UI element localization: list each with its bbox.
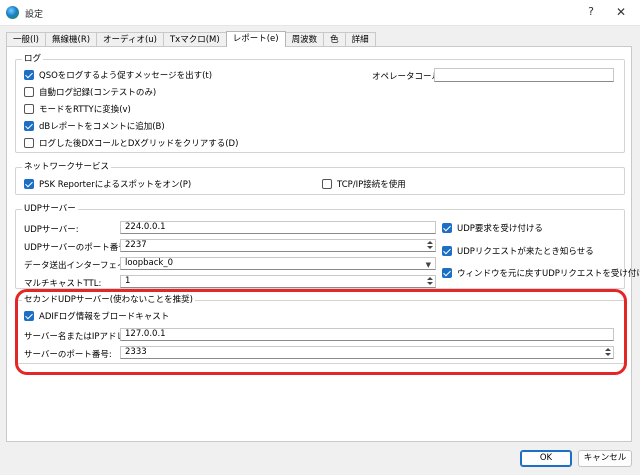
checkbox-label: 自動ログ記録(コンテストのみ) <box>39 88 157 98</box>
multicast-ttl-value: 1 <box>125 276 131 286</box>
udp-port-spinbox[interactable]: 2237 <box>120 239 436 252</box>
accept-udp-requests-checkbox[interactable]: UDP要求を受け付ける <box>442 221 543 235</box>
close-button[interactable]: ✕ <box>612 3 630 21</box>
spin-arrows-icon[interactable] <box>426 277 434 286</box>
udp-group-title: UDPサーバー <box>22 203 78 215</box>
checkbox-label: モードをRTTYに変換(v) <box>39 105 131 115</box>
tab-advanced[interactable]: 詳細 <box>344 32 376 47</box>
cancel-button[interactable]: キャンセル <box>578 450 632 467</box>
udp-port-value: 2237 <box>125 240 147 250</box>
tcp-ip-checkbox[interactable]: TCP/IP接続を使用 <box>322 177 406 191</box>
outgoing-interface-value: loopback_0 <box>125 258 174 268</box>
tab-radio[interactable]: 無線機(R) <box>45 32 98 47</box>
network-services-group: ネットワークサービス PSK Reporterによるスポットをオン(P) TCP… <box>15 161 625 195</box>
auto-log-checkbox[interactable]: 自動ログ記録(コンテストのみ) <box>24 85 156 99</box>
convert-rtty-checkbox[interactable]: モードをRTTYに変換(v) <box>24 102 131 116</box>
spin-arrows-icon[interactable] <box>426 241 434 250</box>
tab-bar: 一般(l) 無線機(R) オーディオ(u) Txマクロ(M) レポート(e) 周… <box>6 31 376 47</box>
clear-dx-checkbox[interactable]: ログした後DXコールとDXグリッドをクリアする(D) <box>24 136 238 150</box>
accept-restore-window-checkbox[interactable]: ウィンドウを元に戻すUDPリクエストを受け付ける <box>442 266 640 280</box>
tab-general[interactable]: 一般(l) <box>6 32 46 47</box>
tab-frequencies[interactable]: 周波数 <box>284 32 325 47</box>
checkbox-box[interactable] <box>24 70 34 80</box>
notify-udp-request-checkbox[interactable]: UDPリクエストが来たとき知らせる <box>442 244 594 258</box>
window-title: 設定 <box>25 10 44 20</box>
title-bar: 設定 ? ✕ <box>0 0 640 26</box>
checkbox-box[interactable] <box>24 138 34 148</box>
outgoing-interface-dropdown[interactable]: loopback_0 ▼ <box>120 257 436 270</box>
log-group-title: ログ <box>22 53 44 65</box>
help-button[interactable]: ? <box>582 3 600 21</box>
psk-reporter-checkbox[interactable]: PSK Reporterによるスポットをオン(P) <box>24 177 191 191</box>
checkbox-box[interactable] <box>24 179 34 189</box>
tab-reporting[interactable]: レポート(e) <box>225 31 286 47</box>
tab-tx-macros[interactable]: Txマクロ(M) <box>162 32 227 47</box>
operator-call-input[interactable] <box>434 68 614 82</box>
prompt-log-qso-checkbox[interactable]: QSOをログするよう促すメッセージを出す(t) <box>24 68 212 82</box>
udp-server-label: UDPサーバー: <box>24 225 79 235</box>
operator-call-label: オペレータコール: <box>372 72 443 82</box>
udp-port-label: UDPサーバーのポート番号: <box>24 243 130 253</box>
ok-button[interactable]: OK <box>520 450 572 467</box>
app-icon <box>6 6 19 19</box>
db-report-comments-checkbox[interactable]: dBレポートをコメントに追加(B) <box>24 119 165 133</box>
checkbox-box[interactable] <box>24 87 34 97</box>
checkbox-box[interactable] <box>24 121 34 131</box>
checkbox-box[interactable] <box>442 246 452 256</box>
tab-colors[interactable]: 色 <box>323 32 346 47</box>
log-group: ログ QSOをログするよう促すメッセージを出す(t) 自動ログ記録(コンテストの… <box>15 53 625 153</box>
reporting-panel: ログ QSOをログするよう促すメッセージを出す(t) 自動ログ記録(コンテストの… <box>6 46 640 442</box>
checkbox-label: UDPリクエストが来たとき知らせる <box>457 247 594 257</box>
tab-audio[interactable]: オーディオ(u) <box>96 32 164 47</box>
highlight-annotation <box>15 289 627 375</box>
checkbox-label: dBレポートをコメントに追加(B) <box>39 122 165 132</box>
checkbox-label: PSK Reporterによるスポットをオン(P) <box>39 180 192 190</box>
udp-server-input[interactable]: 224.0.0.1 <box>120 221 436 234</box>
checkbox-box[interactable] <box>442 268 452 278</box>
checkbox-label: ログした後DXコールとDXグリッドをクリアする(D) <box>39 139 239 149</box>
checkbox-label: ウィンドウを元に戻すUDPリクエストを受け付ける <box>457 269 640 279</box>
checkbox-label: TCP/IP接続を使用 <box>337 180 406 190</box>
checkbox-box[interactable] <box>24 104 34 114</box>
chevron-down-icon[interactable]: ▼ <box>426 260 431 271</box>
multicast-ttl-label: マルチキャストTTL: <box>24 279 102 289</box>
multicast-ttl-spinbox[interactable]: 1 <box>120 275 436 288</box>
checkbox-label: UDP要求を受け付ける <box>457 224 543 234</box>
network-group-title: ネットワークサービス <box>22 161 112 173</box>
checkbox-box[interactable] <box>322 179 332 189</box>
udp-server-group: UDPサーバー UDPサーバー: 224.0.0.1 UDPサーバーのポート番号… <box>15 203 640 289</box>
checkbox-label: QSOをログするよう促すメッセージを出す(t) <box>39 71 213 81</box>
checkbox-box[interactable] <box>442 223 452 233</box>
